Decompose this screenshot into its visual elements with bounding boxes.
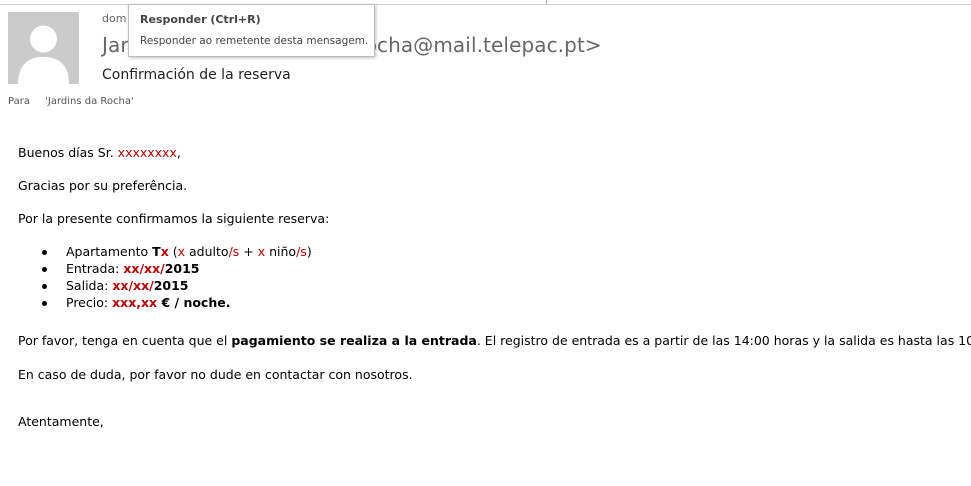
greeting-suffix: , xyxy=(176,145,181,160)
person-silhouette-icon xyxy=(8,12,79,84)
to-recipient[interactable]: 'Jardins da Rocha' xyxy=(45,96,134,107)
list-item-checkout: Salida: xx/xx/2015 xyxy=(18,277,312,294)
message-date: dom xyxy=(102,12,127,25)
reservation-list: Apartamento Tx (x adulto/s + x niño/s) E… xyxy=(18,243,312,311)
list-item-apartment: Apartamento Tx (x adulto/s + x niño/s) xyxy=(18,243,312,260)
bullet-dot-icon xyxy=(42,267,47,272)
price-label: Precio: xyxy=(66,295,113,310)
greeting-name: xxxxxxxx xyxy=(117,145,177,160)
message-subject: Confirmación de la reserva xyxy=(102,67,291,83)
adults-x: x xyxy=(177,244,186,259)
adults-plural: /s xyxy=(228,244,240,259)
checkout-date: xx/xx/ xyxy=(112,278,154,293)
sender-avatar xyxy=(8,12,79,84)
apartment-close: ) xyxy=(306,244,312,259)
tooltip-description: Responder ao remetente desta mensagem. xyxy=(140,35,369,47)
tooltip-title: Responder (Ctrl+R) xyxy=(140,13,261,26)
notice-prefix: Por favor, tenga en cuenta que el xyxy=(18,333,232,348)
apartment-open: ( xyxy=(168,244,178,259)
checkout-label: Salida: xyxy=(66,278,113,293)
divider-tick xyxy=(546,0,547,4)
thanks-line: Gracias por su preferência. xyxy=(18,178,188,193)
greeting-prefix: Buenos días Sr. xyxy=(18,145,118,160)
adults-word: adulto xyxy=(185,244,229,259)
doubts-line: En caso de duda, por favor no dude en co… xyxy=(18,367,413,382)
reply-tooltip: Responder (Ctrl+R) Responder ao remetent… xyxy=(128,4,375,57)
sender-email[interactable]: ocha@mail.telepac.pt> xyxy=(365,33,602,57)
price-amount: xxx,xx xyxy=(112,295,158,310)
checkout-year: 2015 xyxy=(153,278,189,293)
kids-plural: /s xyxy=(296,244,307,259)
recipients-row: Para 'Jardins da Rocha' xyxy=(8,96,134,107)
notice-line: Por favor, tenga en cuenta que el pagami… xyxy=(18,333,971,348)
kids-x: x xyxy=(257,244,266,259)
bullet-dot-icon xyxy=(42,301,47,306)
checkin-year: 2015 xyxy=(164,261,200,276)
bullet-dot-icon xyxy=(42,250,47,255)
checkin-date: xx/xx/ xyxy=(123,261,165,276)
intro-line: Por la presente confirmamos la siguiente… xyxy=(18,211,330,226)
list-item-price: Precio: xxx,xx € / noche. xyxy=(18,294,312,311)
to-label: Para xyxy=(8,96,30,107)
apartment-type-t: T xyxy=(152,244,161,259)
closing-line: Atentamente, xyxy=(18,414,104,429)
sender-name[interactable]: Jar xyxy=(102,33,129,57)
price-unit: € / noche. xyxy=(157,295,231,310)
bullet-dot-icon xyxy=(42,284,47,289)
apartment-prefix: Apartamento xyxy=(66,244,153,259)
kids-word: niño xyxy=(265,244,297,259)
plus-sign: + xyxy=(239,244,258,259)
apartment-type-x: x xyxy=(160,244,169,259)
checkin-label: Entrada: xyxy=(66,261,124,276)
notice-bold: pagamiento se realiza a la entrada xyxy=(231,333,477,348)
list-item-checkin: Entrada: xx/xx/2015 xyxy=(18,260,312,277)
greeting-line: Buenos días Sr. xxxxxxxx, xyxy=(18,145,181,160)
notice-suffix: . El registro de entrada es a partir de … xyxy=(476,333,971,348)
